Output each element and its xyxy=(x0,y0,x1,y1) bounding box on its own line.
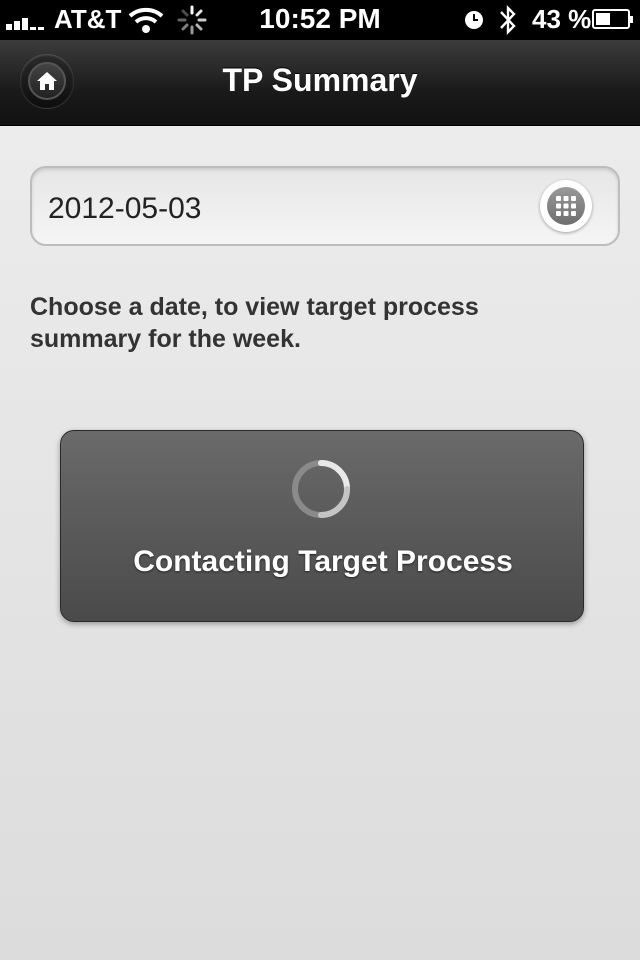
alarm-clock-icon xyxy=(465,11,483,29)
date-input[interactable]: 2012-05-03 xyxy=(30,166,620,246)
bluetooth-icon xyxy=(500,5,516,35)
calendar-button[interactable] xyxy=(540,180,592,232)
instruction-text: Choose a date, to view target process su… xyxy=(30,293,479,353)
loading-spinner-icon xyxy=(292,460,350,518)
page-title: TP Summary xyxy=(222,62,418,98)
calendar-grid-icon xyxy=(556,196,576,216)
status-bar: AT&T 10:52 PM 43 % xyxy=(0,0,640,40)
loading-message: Contacting Target Process xyxy=(133,545,513,578)
date-value: 2012-05-03 xyxy=(48,192,202,225)
battery-percent: 43 % xyxy=(532,4,592,34)
battery-icon xyxy=(592,9,633,29)
nav-bar: TP Summary xyxy=(0,40,640,126)
loading-overlay: Contacting Target Process xyxy=(60,430,584,622)
